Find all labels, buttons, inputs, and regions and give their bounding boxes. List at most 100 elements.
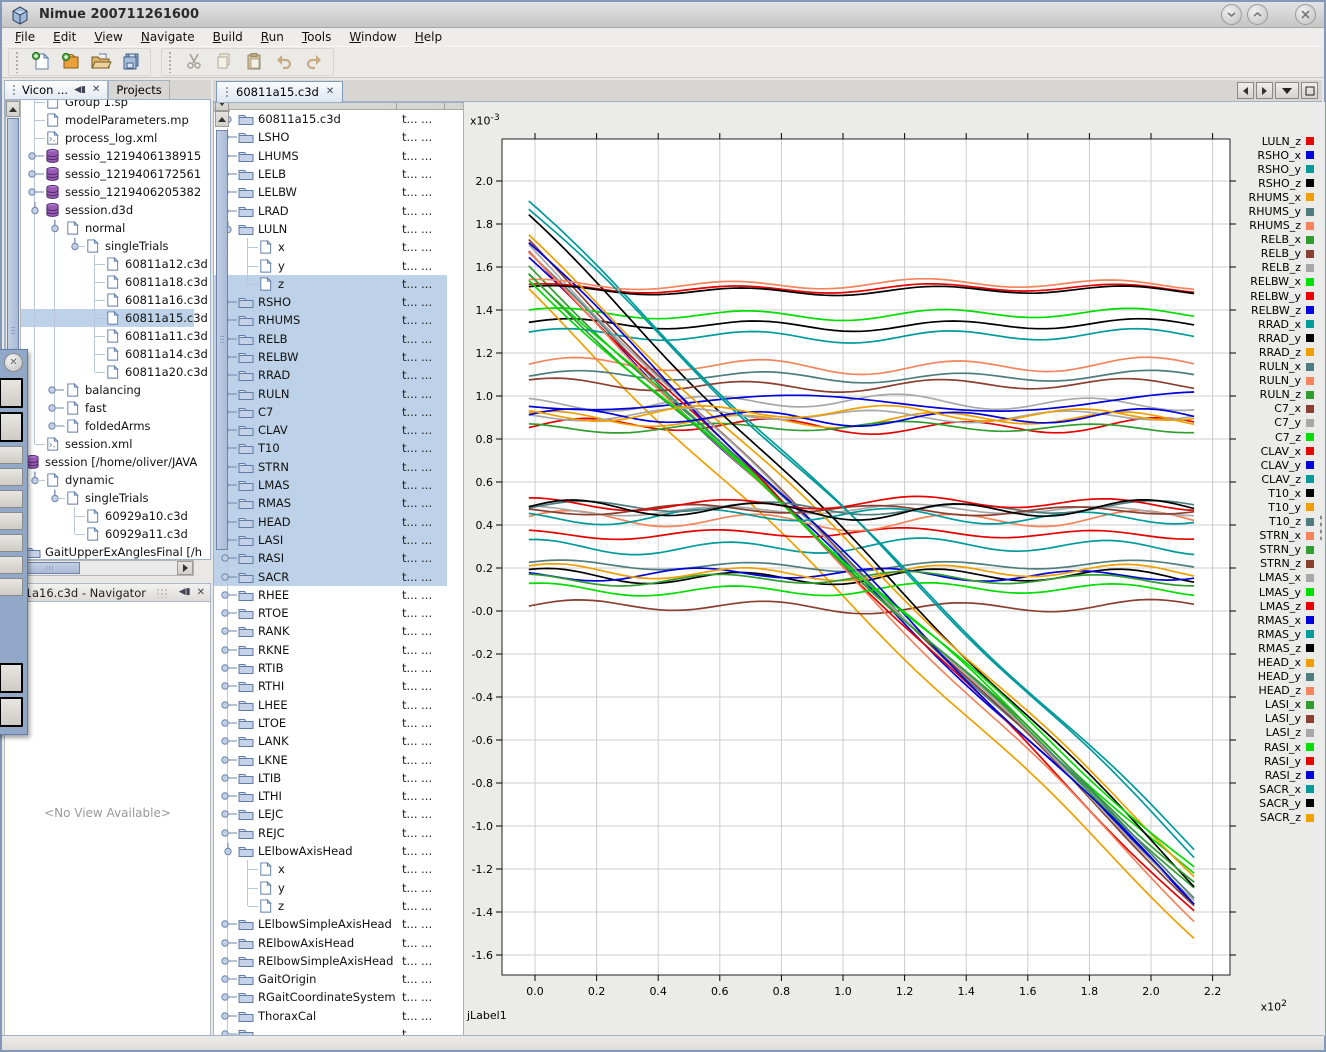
save-all-button[interactable] [118,49,144,75]
palette-tool-button-8[interactable] [0,556,23,574]
tree-row-rank[interactable]: RANKt... ... [214,622,447,640]
tree-row-lhee[interactable]: LHEEt... ... [214,696,447,714]
palette-tool-button-5[interactable] [0,490,23,508]
expand-handle[interactable] [218,915,238,933]
marker-tree-vertical-scrollbar[interactable] [214,110,230,112]
tree-row-lhums[interactable]: LHUMSt... ... [214,147,447,165]
title-bar[interactable]: Nimue 200711261600 [2,2,1324,28]
minimize-panel-icon[interactable]: ◀▮ [179,588,191,597]
tree-row-sessio-1219406172561[interactable]: sessio_1219406172561 [5,165,194,183]
palette-tool-button-10[interactable] [0,663,23,693]
floating-tool-palette[interactable]: ✕ [0,349,28,735]
tree-row-session-home-oliver-java[interactable]: session [/home/oliver/JAVA [5,453,194,471]
tree-row-rtib[interactable]: RTIBt... ... [214,659,447,677]
tree-row-60811a18-c3d[interactable]: 60811a18.c3d [5,273,194,291]
expand-handle[interactable] [218,824,238,842]
tree-row-relbw[interactable]: RELBWt... ... [214,348,447,366]
expand-handle[interactable] [218,787,238,805]
expand-handle[interactable] [218,1007,238,1025]
menu-navigate[interactable]: Navigate [132,29,204,45]
menu-file[interactable]: File [6,29,44,45]
menu-run[interactable]: Run [252,29,293,45]
collapse-handle[interactable] [45,489,65,507]
expand-handle[interactable] [25,183,45,201]
expand-handle[interactable] [218,750,238,768]
collapse-handle[interactable] [65,237,85,255]
menu-edit[interactable]: Edit [44,29,85,45]
minimize-panel-icon[interactable]: ◀▮ [74,86,86,95]
expand-handle[interactable] [218,604,238,622]
close-tab-icon[interactable]: ✕ [326,87,334,97]
tree-row-modelparameters-mp[interactable]: modelParameters.mp [5,111,194,129]
maximize-view-button[interactable] [1301,82,1318,99]
close-panel-icon[interactable]: ✕ [197,588,205,598]
tab-list-dropdown-button[interactable] [1275,82,1299,99]
menu-tools[interactable]: Tools [293,29,341,45]
expand-handle[interactable] [218,1025,238,1035]
tree-row-rsho[interactable]: RSHOt... ... [214,293,447,311]
expand-handle[interactable] [218,567,238,585]
tree-row-x[interactable]: xt... ... [214,238,447,256]
collapse-handle[interactable] [218,842,238,860]
tree-row-rtoe[interactable]: RTOEt... ... [214,604,447,622]
close-panel-icon[interactable]: ✕ [92,85,100,95]
tree-row-fast[interactable]: fast [5,399,194,417]
tree-row-lelbowaxishead[interactable]: LElbowAxisHeadt... ... [214,842,447,860]
new-project-button[interactable] [58,49,84,75]
new-file-button[interactable] [28,49,54,75]
tab-60811a15-c3d[interactable]: 60811a15.c3d ✕ [216,81,343,102]
expand-handle[interactable] [218,714,238,732]
tree-row-60811a16-c3d[interactable]: 60811a16.c3d [5,291,194,309]
expand-handle[interactable] [25,165,45,183]
previous-tab-button[interactable] [1237,82,1254,99]
tree-row-rthi[interactable]: RTHIt... ... [214,677,447,695]
tab-projects[interactable]: Projects [108,80,169,99]
marker-tree-column-header[interactable] [214,103,463,110]
tree-row-ltib[interactable]: LTIBt... ... [214,769,447,787]
scroll-up-button[interactable] [6,101,20,117]
expand-handle[interactable] [218,805,238,823]
tree-row-c7[interactable]: C7t... ... [214,403,447,421]
tree-row-lmas[interactable]: LMASt... ... [214,476,447,494]
tree-row-rejc[interactable]: REJCt... ... [214,824,447,842]
tree-row-lsho[interactable]: LSHOt... ... [214,128,447,146]
expand-handle[interactable] [218,641,238,659]
collapse-handle[interactable] [45,219,65,237]
collapse-handle[interactable] [25,201,45,219]
tree-row-lrad[interactable]: LRADt... ... [214,201,447,219]
scrollbar-thumb[interactable] [216,130,228,550]
tree-row-60811a20-c3d[interactable]: 60811a20.c3d [5,363,194,381]
tree-row-relb[interactable]: RELBt... ... [214,330,447,348]
navigator-header[interactable]: 811a16.c3d - Navigator ◀▮ ✕ [4,583,211,602]
expand-handle[interactable] [218,970,238,988]
expand-handle[interactable] [218,549,238,567]
expand-handle[interactable] [218,677,238,695]
tab-vicon[interactable]: Vicon ... ◀▮ ✕ [4,80,108,99]
menu-view[interactable]: View [85,29,131,45]
tree-row-relbowaxishead[interactable]: RElbowAxisHeadt... ... [214,933,447,951]
tree-row-lkne[interactable]: LKNEt... ... [214,750,447,768]
tree-row-gaitorigin[interactable]: GaitOrigint... ... [214,970,447,988]
palette-tool-button-6[interactable] [0,512,23,530]
palette-tool-button-9[interactable] [0,578,23,596]
palette-tool-button-11[interactable] [0,697,23,727]
expand-handle[interactable] [218,988,238,1006]
scroll-up-button[interactable] [215,111,229,127]
palette-tool-button-3[interactable] [0,446,23,464]
tree-row-lelbowsimpleaxishead[interactable]: LElbowSimpleAxisHeadt... ... [214,915,447,933]
tree-row-lthi[interactable]: LTHIt... ... [214,787,447,805]
tree-row-60811a15-c3d[interactable]: 60811a15.c3dt... ... [214,110,447,128]
menu-window[interactable]: Window [340,29,405,45]
toolbar-drag-grip[interactable] [168,51,173,73]
tree-row-group-1-sp[interactable]: Group 1.sp [5,100,194,111]
tree-row-gaitupperexanglesfinal-h[interactable]: GaitUpperExAnglesFinal [/h [5,543,194,560]
expand-handle[interactable] [218,769,238,787]
maximize-window-button[interactable] [1247,4,1268,25]
tree-row-singletrials[interactable]: singleTrials [5,237,194,255]
expand-handle[interactable] [218,696,238,714]
collapse-handle[interactable] [25,471,45,489]
tree-row[interactable]: t... ... [214,1025,447,1035]
tree-row-lelb[interactable]: LELBt... ... [214,165,447,183]
expand-handle[interactable] [218,659,238,677]
tree-row-ruln[interactable]: RULNt... ... [214,384,447,402]
